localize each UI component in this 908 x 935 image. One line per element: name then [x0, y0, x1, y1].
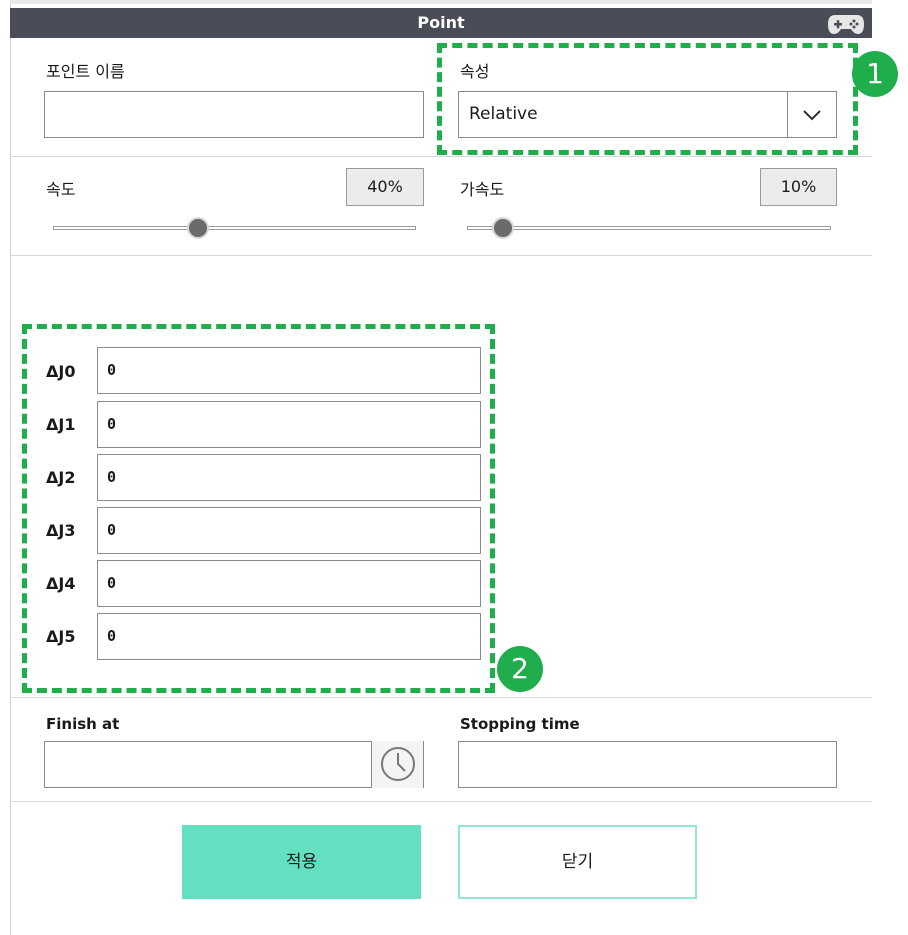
joint-input-j2[interactable]: 0 — [97, 454, 481, 501]
stopping-time-label: Stopping time — [460, 715, 580, 733]
finish-at-label: Finish at — [46, 715, 120, 733]
gamepad-icon[interactable] — [827, 13, 865, 35]
joint-input-j1[interactable]: 0 — [97, 401, 481, 448]
joint-value: 0 — [107, 521, 117, 539]
joint-label-j2: ΔJ2 — [46, 468, 76, 487]
joint-input-j5[interactable]: 0 — [97, 613, 481, 660]
dialog-left-border — [10, 0, 11, 935]
acceleration-slider-track[interactable] — [467, 226, 831, 230]
dialog-title: Point — [417, 13, 465, 32]
section-divider — [10, 255, 872, 256]
time-picker-button[interactable] — [371, 741, 423, 788]
speed-slider-track[interactable] — [53, 226, 416, 230]
section-divider — [10, 801, 872, 802]
annotation-box-1 — [437, 43, 858, 155]
joint-value: 0 — [107, 574, 117, 592]
joint-label-j5: ΔJ5 — [46, 627, 76, 646]
joint-label-j1: ΔJ1 — [46, 415, 76, 434]
joint-value: 0 — [107, 415, 117, 433]
joint-input-j4[interactable]: 0 — [97, 560, 481, 607]
dialog-titlebar: Point — [10, 8, 872, 38]
point-name-label: 포인트 이름 — [46, 62, 125, 81]
acceleration-value-box[interactable]: 10% — [760, 168, 837, 206]
close-button[interactable]: 닫기 — [458, 825, 697, 899]
clock-icon — [381, 747, 415, 781]
joint-input-j3[interactable]: 0 — [97, 507, 481, 554]
joint-value: 0 — [107, 361, 117, 379]
section-divider — [10, 697, 872, 698]
joint-value: 0 — [107, 627, 117, 645]
finish-at-input[interactable] — [44, 741, 424, 788]
joint-label-j4: ΔJ4 — [46, 574, 76, 593]
speed-label: 속도 — [46, 180, 76, 199]
speed-value-box[interactable]: 40% — [346, 168, 424, 206]
dialog-top-border — [10, 0, 872, 4]
joint-label-j3: ΔJ3 — [46, 521, 76, 540]
point-name-input[interactable] — [44, 91, 424, 138]
annotation-badge-2: 2 — [497, 646, 543, 692]
speed-slider-knob[interactable] — [187, 217, 210, 239]
acceleration-slider-knob[interactable] — [492, 217, 515, 239]
stopping-time-input[interactable] — [458, 741, 837, 788]
apply-button[interactable]: 적용 — [182, 825, 421, 899]
joint-input-j0[interactable]: 0 — [97, 347, 481, 394]
joint-value: 0 — [107, 468, 117, 486]
annotation-badge-1: 1 — [852, 51, 898, 97]
joint-label-j0: ΔJ0 — [46, 362, 76, 381]
section-divider — [10, 156, 872, 157]
acceleration-label: 가속도 — [460, 180, 505, 199]
